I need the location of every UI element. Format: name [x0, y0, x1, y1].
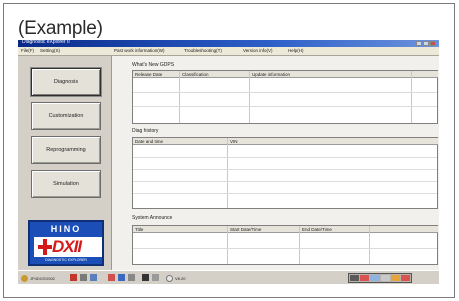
col-release-date[interactable]: Release Date: [133, 71, 179, 78]
status-user-id: JP4DGSX002: [30, 275, 55, 281]
printer-icon[interactable]: [128, 274, 135, 281]
left-nav-pane: Diagnosis Customization Reprogramming Si…: [18, 56, 112, 270]
grid-divider: [179, 71, 180, 123]
menu-troubleshooting[interactable]: Troubleshooting(T): [184, 48, 222, 53]
logo-subtitle: DIAGNOSTIC EXPLORER: [45, 258, 87, 262]
system-announce-title: System Announce: [132, 215, 173, 221]
reprogramming-button[interactable]: Reprogramming: [31, 136, 101, 164]
menu-version-info[interactable]: Version info(V): [243, 48, 273, 53]
col-classification[interactable]: Classification: [179, 71, 249, 78]
grid-divider: [249, 71, 250, 123]
cross-icon: [38, 239, 52, 255]
menu-file[interactable]: File(F): [21, 48, 34, 53]
grid-row-line: [133, 106, 437, 107]
grid-divider: [227, 226, 228, 264]
tray-disk-icon[interactable]: [380, 275, 390, 281]
tray-monitor-icon[interactable]: [350, 275, 360, 281]
col-update-information[interactable]: Update information: [249, 71, 411, 78]
maximize-icon[interactable]: [423, 41, 429, 46]
tray-tool-icon[interactable]: [390, 275, 400, 281]
status-bar: JP4DGSX002 V8.20: [18, 270, 439, 284]
col-spare: [369, 226, 438, 233]
grid-row-line: [133, 169, 437, 170]
logo-brand: HINO: [50, 224, 82, 234]
menu-help[interactable]: Help(H): [288, 48, 304, 53]
col-date-and-time[interactable]: Date and time: [133, 138, 227, 145]
clock-icon: [166, 274, 173, 282]
grid-divider: [369, 226, 370, 264]
grid-row-line: [133, 181, 437, 182]
grid-row-line: [133, 157, 437, 158]
document-icon[interactable]: [118, 274, 125, 281]
whats-new-table[interactable]: Release Date Classification Update infor…: [132, 70, 438, 124]
window-title: Diagnostic eXplorer II: [22, 39, 70, 45]
tray-alert-icon[interactable]: [360, 275, 370, 281]
grid-row-line: [133, 193, 437, 194]
hino-dx2-logo: HINO DXII DIAGNOSTIC EXPLORER: [28, 220, 104, 266]
user-icon: [21, 274, 28, 282]
monitor-icon[interactable]: [90, 274, 97, 281]
minimize-icon[interactable]: [416, 41, 422, 46]
right-content-pane: What's New GDPS Release Date Classificat…: [116, 56, 439, 270]
grid-divider: [411, 71, 412, 123]
lock-icon[interactable]: [142, 274, 149, 281]
status-user: JP4DGSX002: [21, 274, 55, 282]
diag-history-title: Diag history: [132, 128, 159, 134]
refresh-icon[interactable]: [152, 274, 159, 281]
diagnosis-button[interactable]: Diagnosis: [31, 68, 101, 96]
window-titlebar[interactable]: Diagnostic eXplorer II: [18, 39, 439, 47]
col-vin[interactable]: VIN: [227, 138, 438, 145]
col-end-date-time[interactable]: End Date/Time: [299, 226, 369, 233]
menu-bar: File(F) Setting(S) Past work information…: [18, 47, 439, 56]
connection-icon[interactable]: [80, 274, 87, 281]
logo-product: DXII: [52, 237, 82, 256]
status-version-text: V8.20: [175, 275, 186, 281]
col-spare: [411, 71, 438, 78]
close-icon[interactable]: [430, 41, 436, 46]
simulation-button[interactable]: Simulation: [31, 170, 101, 198]
whats-new-title: What's New GDPS: [132, 62, 175, 68]
diag-history-table[interactable]: Date and time VIN: [132, 137, 438, 209]
tray-stop-icon[interactable]: [400, 275, 411, 281]
grid-row-line: [133, 92, 437, 93]
col-start-date-time[interactable]: Start Date/Time: [227, 226, 299, 233]
customization-button[interactable]: Customization: [31, 102, 101, 130]
example-caption: (Example): [18, 18, 103, 39]
main-client-area: Diagnosis Customization Reprogramming Si…: [18, 56, 439, 270]
grid-divider: [227, 138, 228, 208]
col-title[interactable]: Title: [133, 226, 227, 233]
system-announce-table[interactable]: Title Start Date/Time End Date/Time: [132, 225, 438, 265]
grid-divider: [299, 226, 300, 264]
menu-setting[interactable]: Setting(S): [40, 48, 60, 53]
tool-icon[interactable]: [108, 274, 115, 281]
tray-network-icon[interactable]: [370, 275, 380, 281]
menu-past-work-information[interactable]: Past work information(W): [114, 48, 165, 53]
status-version: V8.20: [166, 274, 185, 282]
vehicle-icon[interactable]: [70, 274, 77, 281]
grid-row-line: [133, 248, 437, 249]
tray-icons: [348, 273, 412, 283]
